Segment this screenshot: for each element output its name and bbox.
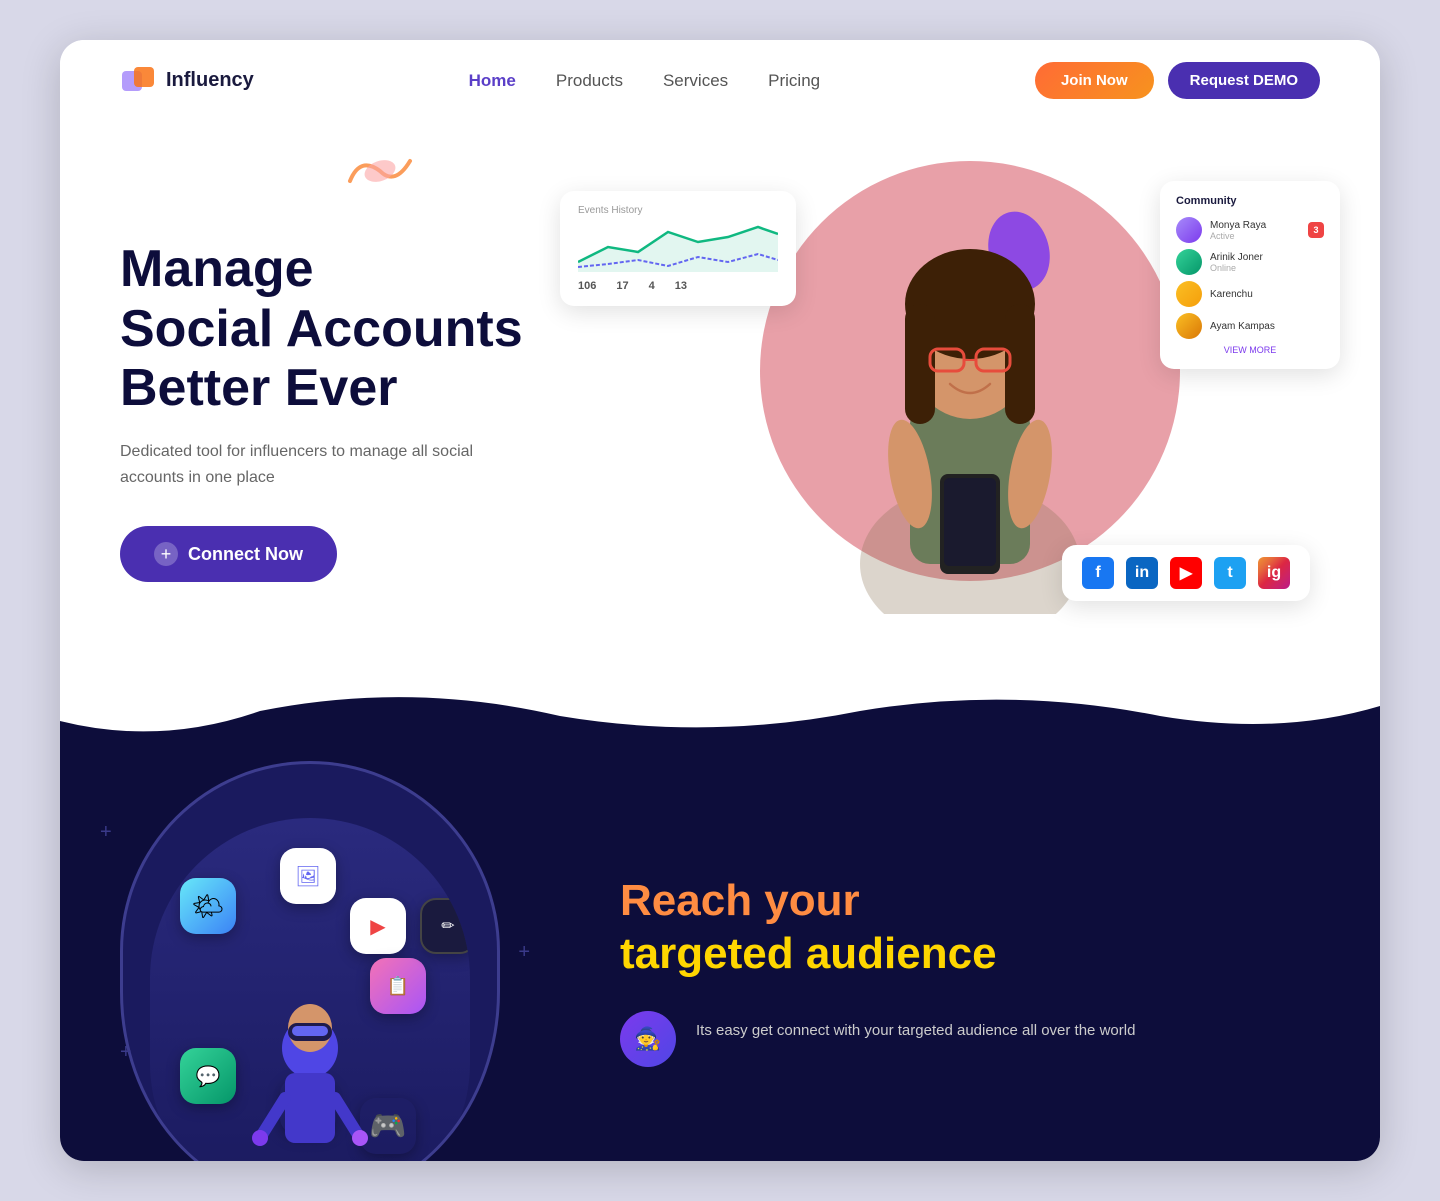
- twitter-icon: t: [1214, 557, 1246, 589]
- analytics-chart: [578, 222, 778, 272]
- community-member-4: Ayam Kampas: [1176, 313, 1324, 339]
- reach-icon: 🧙: [620, 1011, 676, 1067]
- member-name-2: Arinik Joner: [1210, 252, 1263, 263]
- facebook-icon: f: [1082, 557, 1114, 589]
- avatar-4: [1176, 313, 1202, 339]
- instagram-icon: ig: [1258, 557, 1290, 589]
- reach-title: Reach your targeted audience: [620, 875, 1300, 981]
- nav-services[interactable]: Services: [663, 71, 728, 91]
- edit-icon: ✏: [420, 898, 470, 954]
- analytics-card-title: Events History: [578, 205, 778, 216]
- connect-label: Connect Now: [188, 544, 303, 565]
- nav-actions: Join Now Request DEMO: [1035, 62, 1320, 99]
- hero-subtitle: Dedicated tool for influencers to manage…: [120, 439, 480, 490]
- analytics-card: Events History 106 17 4 13: [560, 191, 796, 306]
- youtube-icon: ▶: [1170, 557, 1202, 589]
- member-name-4: Ayam Kampas: [1210, 321, 1275, 332]
- nav-products[interactable]: Products: [556, 71, 623, 91]
- community-member-3: Karenchu: [1176, 281, 1324, 307]
- stat-13: 13: [675, 280, 687, 292]
- card-icon: 📋: [370, 958, 426, 1014]
- community-member-1: Monya Raya Active 3: [1176, 217, 1324, 243]
- member-name-3: Karenchu: [1210, 289, 1253, 300]
- view-more-link[interactable]: VIEW MORE: [1176, 345, 1324, 355]
- reach-description-block: 🧙 Its easy get connect with your targete…: [620, 1011, 1300, 1067]
- hero-left: Manage Social Accounts Better Ever Dedic…: [120, 180, 620, 583]
- reach-line1: Reach your: [620, 875, 1300, 928]
- avatar-2: [1176, 249, 1202, 275]
- social-icons-card: f in ▶ t ig: [1062, 545, 1310, 601]
- brand-name: Influency: [166, 69, 254, 92]
- member-name-1: Monya Raya: [1210, 220, 1266, 231]
- member-sub-1: Active: [1210, 231, 1266, 241]
- plus-icon: +: [154, 542, 178, 566]
- avatar-3: [1176, 281, 1202, 307]
- connect-now-button[interactable]: + Connect Now: [120, 526, 337, 582]
- message-icon: 💬: [180, 1048, 236, 1104]
- wave-divider: [60, 681, 1380, 741]
- dark-section-left: 🌤 🖼 ▶ 📋 ✏ 💬 🥽 🎮: [60, 741, 560, 1161]
- logo-icon: [120, 63, 156, 99]
- community-card: Community Monya Raya Active 3 Arinik Jon…: [1160, 181, 1340, 369]
- plus-deco-1: +: [100, 821, 112, 844]
- logo: Influency: [120, 63, 254, 99]
- hero-right: Events History 106 17 4 13 Commun: [620, 141, 1320, 621]
- hero-section: Manage Social Accounts Better Ever Dedic…: [60, 121, 1380, 681]
- weather-icon: 🌤: [180, 878, 236, 934]
- plus-deco-3: +: [120, 1041, 132, 1064]
- reach-line2: targeted audience: [620, 928, 1300, 981]
- stat-4: 4: [649, 280, 655, 292]
- linkedin-icon: in: [1126, 557, 1158, 589]
- dark-section: 🌤 🖼 ▶ 📋 ✏ 💬 🥽 🎮: [60, 741, 1380, 1161]
- reach-description: Its easy get connect with your targeted …: [696, 1011, 1135, 1043]
- community-member-2: Arinik Joner Online: [1176, 249, 1324, 275]
- hero-title: Manage Social Accounts Better Ever: [120, 240, 620, 419]
- nav-links: Home Products Services Pricing: [469, 71, 820, 91]
- navbar: Influency Home Products Services Pricing…: [60, 40, 1380, 121]
- nav-home[interactable]: Home: [469, 71, 516, 91]
- dark-section-right: Reach your targeted audience 🧙 Its easy …: [560, 795, 1380, 1107]
- request-demo-button[interactable]: Request DEMO: [1168, 62, 1320, 99]
- plus-deco-2: +: [518, 941, 530, 964]
- image-icon: 🖼: [280, 848, 336, 904]
- community-card-title: Community: [1176, 195, 1324, 207]
- dark-circle-outer: 🌤 🖼 ▶ 📋 ✏ 💬 🥽 🎮: [120, 761, 500, 1161]
- analytics-stats: 106 17 4 13: [578, 280, 778, 292]
- nav-pricing[interactable]: Pricing: [768, 71, 820, 91]
- dark-circle-inner: 🌤 🖼 ▶ 📋 ✏ 💬 🥽 🎮: [150, 818, 470, 1161]
- stat-106: 106: [578, 280, 596, 292]
- avatar-1: [1176, 217, 1202, 243]
- stat-17: 17: [616, 280, 628, 292]
- member-sub-2: Online: [1210, 263, 1263, 273]
- play-icon: ▶: [350, 898, 406, 954]
- join-now-button[interactable]: Join Now: [1035, 62, 1154, 99]
